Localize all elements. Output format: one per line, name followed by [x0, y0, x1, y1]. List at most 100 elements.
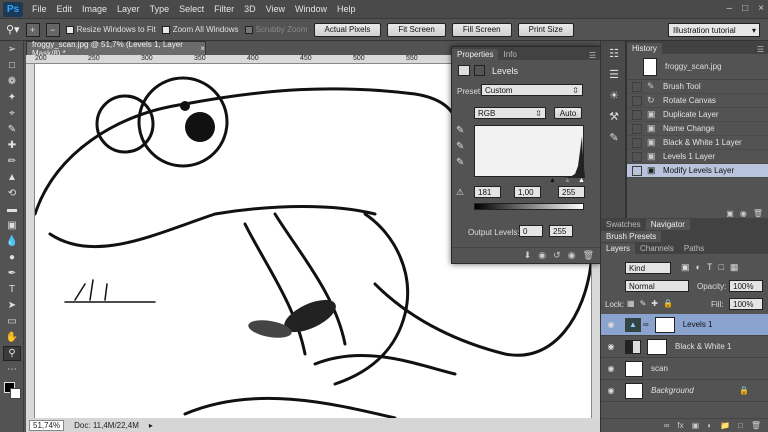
tab-info[interactable]: Info: [498, 49, 521, 60]
history-snapshot[interactable]: froggy_scan.jpg: [627, 54, 768, 80]
history-item-selected[interactable]: ▣ Modify Levels Layer: [627, 164, 768, 178]
layer-mask-thumbnail[interactable]: [647, 338, 667, 355]
maximize-button[interactable]: □: [742, 3, 748, 14]
input-sliders[interactable]: ▲ ▲ ▲: [474, 177, 585, 184]
output-white-field[interactable]: 255: [549, 225, 573, 237]
actual-pixels-button[interactable]: Actual Pixels: [313, 22, 382, 37]
menu-filter[interactable]: Filter: [209, 4, 239, 14]
close-tab-icon[interactable]: ×: [200, 44, 205, 53]
tab-properties[interactable]: Properties: [452, 49, 499, 60]
scrubby-zoom-checkbox[interactable]: Scrubby Zoom: [244, 25, 308, 34]
menu-image[interactable]: Image: [77, 4, 112, 14]
clone-stamp-tool-icon[interactable]: ▲: [3, 170, 21, 185]
layer-row-levels[interactable]: ◉ ▲ ∞ Levels 1: [601, 314, 768, 336]
black-point-slider[interactable]: ▲: [549, 177, 556, 184]
menu-help[interactable]: Help: [332, 4, 361, 14]
panel-menu-icon[interactable]: ☰: [589, 51, 600, 60]
background-color-swatch[interactable]: [10, 388, 21, 399]
pixel-filter-icon[interactable]: ▣: [681, 262, 690, 273]
link-layers-icon[interactable]: ∞: [664, 421, 670, 430]
close-button[interactable]: ×: [758, 3, 764, 14]
camera-icon[interactable]: ◉: [740, 209, 747, 218]
lock-transparency-icon[interactable]: ▦: [627, 299, 635, 308]
tool-presets-icon[interactable]: ⚒: [604, 107, 624, 125]
auto-button[interactable]: Auto: [554, 107, 582, 119]
blur-tool-icon[interactable]: 💧: [3, 234, 21, 249]
menu-3d[interactable]: 3D: [239, 4, 261, 14]
history-panel-icon[interactable]: ☷: [604, 44, 624, 62]
layer-row-scan[interactable]: ◉ scan: [601, 358, 768, 380]
black-eyedropper-icon[interactable]: ✎: [456, 125, 464, 136]
shape-filter-icon[interactable]: □: [718, 262, 723, 273]
fill-field[interactable]: 100%: [729, 298, 763, 310]
properties-panel-icon[interactable]: ☰: [604, 65, 624, 83]
status-arrow-icon[interactable]: ▸: [149, 421, 153, 430]
visibility-icon[interactable]: ◉: [568, 250, 576, 261]
history-item[interactable]: ✎ Brush Tool: [627, 80, 768, 94]
marquee-tool-icon[interactable]: □: [3, 58, 21, 73]
zoom-in-icon[interactable]: +: [25, 22, 40, 37]
eyedropper-tool-icon[interactable]: ✎: [3, 122, 21, 137]
clip-to-layer-icon[interactable]: ⬇: [524, 250, 532, 261]
minimize-button[interactable]: –: [727, 3, 733, 14]
zoom-all-checkbox[interactable]: Zoom All Windows: [161, 25, 239, 34]
fit-screen-button[interactable]: Fit Screen: [387, 22, 446, 37]
tab-navigator[interactable]: Navigator: [645, 219, 690, 230]
channel-select[interactable]: RGB ⇳: [474, 107, 546, 119]
layer-mask-thumbnail[interactable]: [654, 316, 675, 333]
white-point-slider[interactable]: ▲: [578, 177, 585, 184]
zoom-tool-icon[interactable]: ⚲: [3, 346, 21, 361]
history-item[interactable]: ▣ Black & White 1 Layer: [627, 136, 768, 150]
tab-channels[interactable]: Channels: [635, 243, 679, 254]
gradient-tool-icon[interactable]: ▣: [3, 218, 21, 233]
menu-view[interactable]: View: [261, 4, 290, 14]
resize-windows-checkbox[interactable]: Resize Windows to Fit: [65, 25, 156, 34]
view-previous-icon[interactable]: ◉: [538, 250, 546, 261]
history-item[interactable]: ▣ Duplicate Layer: [627, 108, 768, 122]
opacity-field[interactable]: 100%: [729, 280, 763, 292]
menu-file[interactable]: File: [27, 4, 52, 14]
input-black-field[interactable]: 181: [474, 186, 501, 198]
eraser-tool-icon[interactable]: ▬: [3, 202, 21, 217]
eye-icon[interactable]: ◉: [601, 386, 621, 395]
menu-window[interactable]: Window: [290, 4, 332, 14]
zoom-out-icon[interactable]: −: [45, 22, 60, 37]
lasso-tool-icon[interactable]: ❁: [3, 74, 21, 89]
tab-swatches[interactable]: Swatches: [601, 219, 646, 230]
history-item[interactable]: ▣ Levels 1 Layer: [627, 150, 768, 164]
tab-brush-presets[interactable]: Brush Presets: [601, 231, 662, 242]
trash-icon[interactable]: 🗑: [583, 250, 594, 261]
tab-paths[interactable]: Paths: [679, 243, 709, 254]
input-gamma-field[interactable]: 1,00: [514, 186, 541, 198]
output-black-field[interactable]: 0: [519, 225, 543, 237]
layer-row-black-white[interactable]: ◉ Black & White 1: [601, 336, 768, 358]
lock-all-icon[interactable]: 🔒: [663, 299, 673, 308]
adjustment-filter-icon[interactable]: ◐: [696, 262, 701, 273]
menu-select[interactable]: Select: [174, 4, 209, 14]
quick-select-tool-icon[interactable]: ✦: [3, 90, 21, 105]
healing-brush-tool-icon[interactable]: ✚: [3, 138, 21, 153]
crop-tool-icon[interactable]: ⌖: [3, 106, 21, 121]
history-item[interactable]: ↻ Rotate Canvas: [627, 94, 768, 108]
tab-history[interactable]: History: [627, 43, 662, 54]
pen-tool-icon[interactable]: ✒: [3, 266, 21, 281]
white-eyedropper-icon[interactable]: ✎: [456, 157, 464, 168]
type-filter-icon[interactable]: T: [707, 262, 713, 273]
document-tab[interactable]: froggy_scan.jpg @ 51,7% (Levels 1, Layer…: [26, 40, 206, 58]
input-white-field[interactable]: 255: [558, 186, 585, 198]
adjustments-panel-icon[interactable]: ☀: [604, 86, 624, 104]
add-mask-icon[interactable]: ▣: [692, 421, 700, 430]
menu-edit[interactable]: Edit: [52, 4, 78, 14]
clipping-warning-icon[interactable]: ⚠: [456, 187, 464, 198]
eye-icon[interactable]: ◉: [601, 320, 621, 329]
reset-icon[interactable]: ↺: [553, 250, 561, 261]
eye-icon[interactable]: ◉: [601, 342, 621, 351]
trash-icon[interactable]: 🗑: [753, 209, 763, 218]
shape-tool-icon[interactable]: ▭: [3, 314, 21, 329]
mask-icon[interactable]: [474, 65, 485, 76]
menu-layer[interactable]: Layer: [112, 4, 145, 14]
blend-mode-select[interactable]: Normal: [625, 280, 689, 292]
brush-panel-icon[interactable]: ✎: [604, 128, 624, 146]
new-layer-icon[interactable]: □: [738, 421, 743, 430]
new-document-icon[interactable]: ▣: [726, 209, 734, 218]
